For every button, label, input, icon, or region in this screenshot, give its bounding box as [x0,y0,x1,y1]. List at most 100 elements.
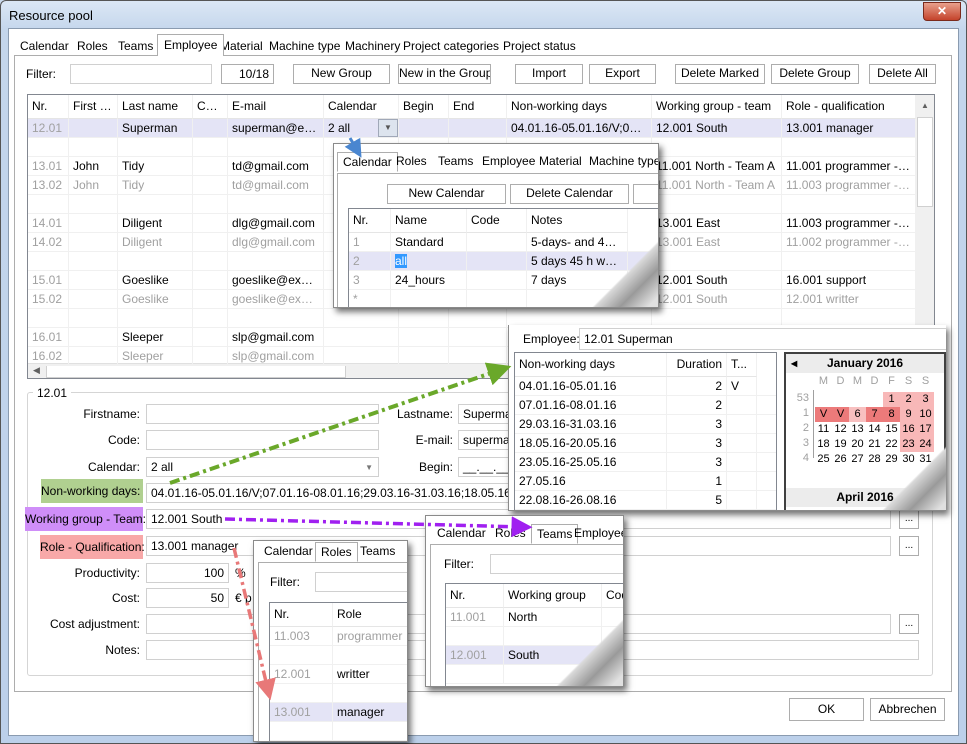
column-header[interactable]: Duration [667,353,727,377]
firstname-input[interactable] [146,404,379,424]
popup-tab-roles[interactable]: Roles [315,542,358,562]
calendar-day[interactable]: 2 [900,392,917,407]
calendar-day[interactable]: 14 [866,422,883,437]
calendar-day[interactable]: 3 [917,392,934,407]
calendar-day[interactable]: 12 [832,422,849,437]
column-header[interactable]: Nr. [349,209,391,233]
column-header[interactable]: Code [602,584,623,608]
calendar-day[interactable]: 26 [832,452,849,467]
calendar-day[interactable]: 25 [815,452,832,467]
calendar-day[interactable]: 27 [849,452,866,467]
column-header[interactable]: Nr. [270,603,333,627]
scroll-up-icon[interactable]: ▲ [921,101,929,110]
delete-calendar-button[interactable]: Delete Calendar [510,184,629,204]
employee-input[interactable]: 12.01 Superman [579,328,946,350]
calendar-day[interactable]: 20 [849,437,866,452]
calendar-day[interactable]: 17 [917,422,934,437]
column-header[interactable]: Code [193,95,228,119]
roles-filter-input[interactable] [315,572,407,592]
tab-project-status[interactable]: Project status [497,36,582,56]
popup-tab-calendar[interactable]: Calendar [432,524,491,542]
popup-tab-machine-type[interactable]: Machine type [584,152,658,170]
calendar-day[interactable]: 9 [900,407,917,422]
filter-input[interactable] [70,64,212,84]
popup-tab-employee[interactable]: Employee [477,152,540,170]
calendar-day[interactable]: 8 [883,407,900,422]
calendar-day[interactable]: 18 [815,437,832,452]
calendar-dropdown-chevron-down-icon[interactable]: ▼ [378,119,398,137]
column-header[interactable]: Working group - team [652,95,782,119]
column-header[interactable]: Nr. [446,584,504,608]
scroll-thumb[interactable] [917,117,933,207]
cost-input[interactable]: 50 [146,588,229,608]
column-header[interactable]: T... [727,353,757,377]
column-header[interactable]: Role - qualification [782,95,916,119]
calendar-day[interactable]: 10 [917,407,934,422]
delete-marked-button[interactable]: Delete Marked [675,64,765,84]
vertical-scrollbar[interactable]: ▲ [915,95,934,363]
calendar-day[interactable] [815,392,832,407]
calendar-select[interactable]: 2 all ▼ [146,457,379,477]
calendar-day[interactable]: V [832,407,849,422]
tab-teams[interactable]: Teams [112,36,159,56]
calendar-day[interactable]: 16 [900,422,917,437]
column-header[interactable]: Begin [399,95,449,119]
popup-tab-roles[interactable]: Roles [490,524,531,542]
ok-button[interactable]: OK [789,698,864,721]
column-header[interactable]: Role [333,603,407,627]
tab-calendar[interactable]: Calendar [14,36,75,56]
calendar-day[interactable]: 11 [815,422,832,437]
code-input[interactable] [146,430,379,450]
delete-all-button[interactable]: Delete All [869,64,936,84]
popup-tab-calendar[interactable]: Calendar [337,152,398,172]
tab-project-categories[interactable]: Project categories [397,36,505,56]
column-header[interactable]: End [449,95,507,119]
column-header[interactable]: Code [467,209,527,233]
cost-adjustment-ellipsis-button[interactable]: ... [899,614,919,634]
tab-machine-type[interactable]: Machine type [263,36,346,56]
cancel-button[interactable]: Abbrechen [870,698,945,721]
popup-tab-roles[interactable]: Roles [391,152,432,170]
column-header[interactable]: Non-working days [507,95,652,119]
calendar-day[interactable]: 7 [866,407,883,422]
new-calendar-button[interactable]: New Calendar [387,184,506,204]
column-header[interactable]: Notes [527,209,628,233]
column-header[interactable]: First n... [69,95,118,119]
calendar-day[interactable] [849,392,866,407]
popup-tab-teams[interactable]: Teams [433,152,478,170]
teams-filter-input[interactable] [490,554,623,574]
column-header[interactable]: Name [391,209,467,233]
calendar-day[interactable]: 1 [883,392,900,407]
working-group-ellipsis-button[interactable]: ... [899,509,919,529]
scroll-left-icon[interactable]: ◀ [33,365,40,376]
new-in-group-button[interactable]: New in the Group [398,64,491,84]
tab-roles[interactable]: Roles [71,36,114,56]
calendar-day[interactable]: 13 [849,422,866,437]
new-group-button[interactable]: New Group [293,64,390,84]
column-header[interactable]: Working group [504,584,602,608]
scroll-thumb-h[interactable] [46,365,346,378]
calendar-day[interactable]: 15 [883,422,900,437]
popup-tab-teams[interactable]: Teams [355,542,400,560]
calendar-day[interactable] [866,392,883,407]
import-button[interactable]: Import [515,64,583,84]
triangle-left-icon[interactable]: ◀ [791,354,797,373]
role-ellipsis-button[interactable]: ... [899,536,919,556]
partial-button[interactable] [633,184,658,204]
calendar-day[interactable]: 6 [849,407,866,422]
column-header[interactable]: Calendar [324,95,399,119]
export-button[interactable]: Export [589,64,656,84]
column-header[interactable]: Non-working days [515,353,667,377]
popup-tab-employee[interactable]: Employee [569,524,623,542]
close-icon[interactable]: ✕ [923,2,961,21]
column-header[interactable]: Last name [118,95,193,119]
calendar-day[interactable] [832,392,849,407]
calendar-day[interactable]: 19 [832,437,849,452]
popup-tab-material[interactable]: Material [534,152,587,170]
delete-group-button[interactable]: Delete Group [771,64,859,84]
calendar-day[interactable]: V [815,407,832,422]
column-header[interactable]: E-mail [228,95,324,119]
column-header[interactable]: Nr. [28,95,69,119]
popup-tab-calendar[interactable]: Calendar [259,542,318,560]
productivity-input[interactable]: 100 [146,563,229,583]
